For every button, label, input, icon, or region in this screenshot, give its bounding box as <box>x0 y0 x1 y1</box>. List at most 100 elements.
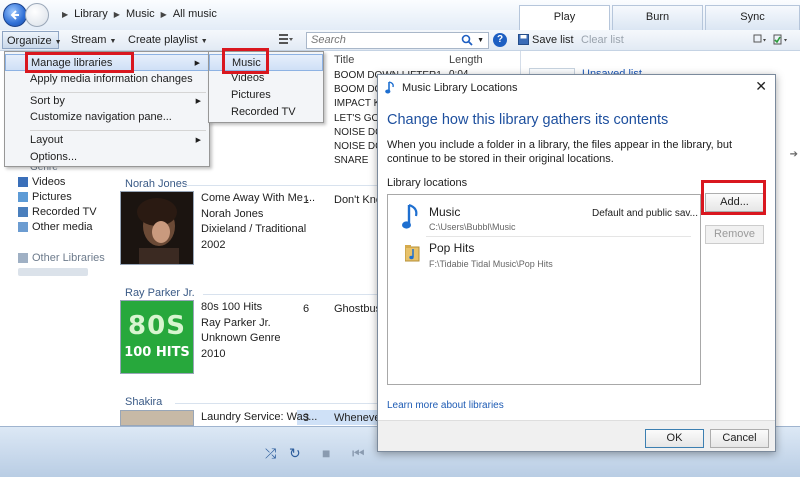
dialog-title: Music Library Locations <box>402 82 518 94</box>
album-details: 80s 100 Hits Ray Parker Jr. Unknown Genr… <box>201 300 281 362</box>
save-list-button[interactable]: Save list <box>518 34 574 46</box>
folder-music-icon <box>405 245 420 262</box>
chevron-down-icon: ▼ <box>54 39 62 46</box>
dialog-footer: OK Cancel <box>378 420 775 451</box>
menu-separator <box>30 130 206 131</box>
organize-button[interactable]: Organize ▼ <box>2 31 62 49</box>
tv-icon <box>18 207 28 217</box>
highlight-box <box>701 180 766 215</box>
library-locations-dialog: Music Library Locations ✕ Change how thi… <box>377 74 776 452</box>
menu-item-options[interactable]: Options... <box>5 149 209 166</box>
location-status: Default and public sav... <box>592 208 698 219</box>
submenu-item-recorded-tv[interactable]: Recorded TV <box>209 104 323 121</box>
location-name: Music <box>429 205 461 219</box>
track-number: 6 <box>303 303 310 315</box>
chevron-right-icon: ▶ <box>62 10 69 19</box>
highlight-box <box>222 48 269 74</box>
submenu-item-pictures[interactable]: Pictures <box>209 87 323 104</box>
close-icon[interactable]: ✕ <box>755 78 767 95</box>
nav-item-other-libraries[interactable]: Other Libraries <box>18 252 105 264</box>
chevron-down-icon[interactable]: ▼ <box>477 37 484 44</box>
stop-icon[interactable]: ■ <box>322 445 330 461</box>
group-header: Ray Parker Jr. <box>125 287 195 299</box>
learn-more-link[interactable]: Learn more about libraries <box>387 400 504 411</box>
search-box: ▼ <box>306 32 489 49</box>
cancel-button[interactable]: Cancel <box>710 429 769 448</box>
location-name: Pop Hits <box>429 241 475 255</box>
library-locations-list[interactable]: Music C:\Users\Bubbl\Music Default and p… <box>387 194 701 385</box>
forward-button[interactable] <box>25 3 49 27</box>
tab-play[interactable]: Play <box>519 5 610 30</box>
clear-list-button[interactable]: Clear list <box>581 34 624 46</box>
help-icon[interactable]: ? <box>493 33 507 47</box>
menu-item-customize-nav-pane[interactable]: Customize navigation pane... <box>5 109 209 126</box>
shuffle-icon[interactable]: ⤮ <box>265 445 276 462</box>
music-note-icon <box>385 81 394 94</box>
ok-button[interactable]: OK <box>645 429 704 448</box>
previous-icon[interactable]: ⏮ <box>352 445 365 462</box>
breadcrumb-all-music[interactable]: All music <box>173 8 217 21</box>
album-genre: Dixieland / Traditional <box>201 223 307 235</box>
nav-item-videos[interactable]: Videos <box>18 176 65 188</box>
column-header-title[interactable]: Title <box>334 54 354 66</box>
menu-item-apply-media-info[interactable]: Apply media information changes <box>5 71 209 88</box>
remove-button[interactable]: Remove <box>705 225 764 244</box>
search-input[interactable] <box>307 33 457 47</box>
menu-item-sort-by[interactable]: Sort by ▶ <box>5 93 209 110</box>
track-number: 3 <box>303 412 310 424</box>
highlight-box <box>25 52 134 73</box>
back-button[interactable] <box>3 3 27 27</box>
tab-sync[interactable]: Sync <box>705 5 800 30</box>
toolbar: Organize▼ Stream▼ Create playlist▼ ▼ ? S… <box>0 30 800 51</box>
breadcrumb-music[interactable]: Music <box>126 8 155 21</box>
save-icon <box>518 34 529 45</box>
breadcrumb-library[interactable]: Library <box>74 8 108 21</box>
album-cover-image <box>121 192 193 264</box>
album-art[interactable] <box>120 191 194 265</box>
music-note-icon <box>402 203 418 229</box>
album-title[interactable]: 80s 100 Hits <box>201 300 281 316</box>
album-details: Laundry Service: Was... <box>201 410 317 426</box>
arrow-right-icon[interactable]: ➔ <box>790 149 798 160</box>
stream-button[interactable]: Stream ▼ <box>71 34 116 46</box>
picture-icon <box>18 192 28 202</box>
group-header: Norah Jones <box>125 178 188 190</box>
album-cover-text: 80S <box>128 311 186 341</box>
tab-burn[interactable]: Burn <box>612 5 703 30</box>
album-cover-text: 100 HITS <box>124 345 190 360</box>
dialog-heading: Change how this library gathers its cont… <box>387 112 669 128</box>
album-year: 2002 <box>201 238 226 251</box>
library-locations-label: Library locations <box>387 177 468 189</box>
album-genre: Unknown Genre <box>201 332 281 344</box>
search-icon[interactable] <box>461 34 473 46</box>
list-options-icon[interactable] <box>752 33 792 50</box>
nav-item-pictures[interactable]: Pictures <box>18 191 72 203</box>
chevron-right-icon: ▶ <box>160 10 167 19</box>
blurred-library-entry <box>18 268 88 276</box>
album-art[interactable] <box>120 410 194 426</box>
album-artist: Norah Jones <box>201 207 264 220</box>
location-item-music[interactable]: Music C:\Users\Bubbl\Music Default and p… <box>388 201 700 237</box>
create-playlist-button[interactable]: Create playlist ▼ <box>128 34 208 46</box>
view-options-icon[interactable] <box>279 33 293 48</box>
album-artist: Ray Parker Jr. <box>201 316 271 329</box>
column-header-length[interactable]: Length <box>449 54 483 66</box>
album-details: Come Away With Me ... Norah Jones Dixiel… <box>201 191 315 253</box>
breadcrumb: ▶ Library ▶ Music ▶ All music <box>62 8 217 21</box>
media-icon <box>18 222 28 232</box>
menu-item-layout[interactable]: Layout ▶ <box>5 132 209 149</box>
track-number: 1 <box>303 194 310 206</box>
navigation-bar: ▶ Library ▶ Music ▶ All music Play Burn … <box>0 0 800 30</box>
album-art[interactable]: 80S 100 HITS <box>120 300 194 374</box>
dialog-description: When you include a folder in a library, … <box>387 139 733 165</box>
album-title[interactable]: Laundry Service: Was... <box>201 410 317 426</box>
video-icon <box>18 177 28 187</box>
album-title[interactable]: Come Away With Me ... <box>201 191 315 207</box>
nav-item-other-media[interactable]: Other media <box>18 221 93 233</box>
location-path: F:\Tidabie Tidal Music\Pop Hits <box>429 259 553 269</box>
chevron-right-icon: ▶ <box>194 60 200 67</box>
repeat-icon[interactable]: ↻ <box>289 445 301 462</box>
group-header: Shakira <box>125 396 163 408</box>
location-item-pop-hits[interactable]: Pop Hits F:\Tidabie Tidal Music\Pop Hits <box>388 238 700 274</box>
nav-item-recorded-tv[interactable]: Recorded TV <box>18 206 97 218</box>
